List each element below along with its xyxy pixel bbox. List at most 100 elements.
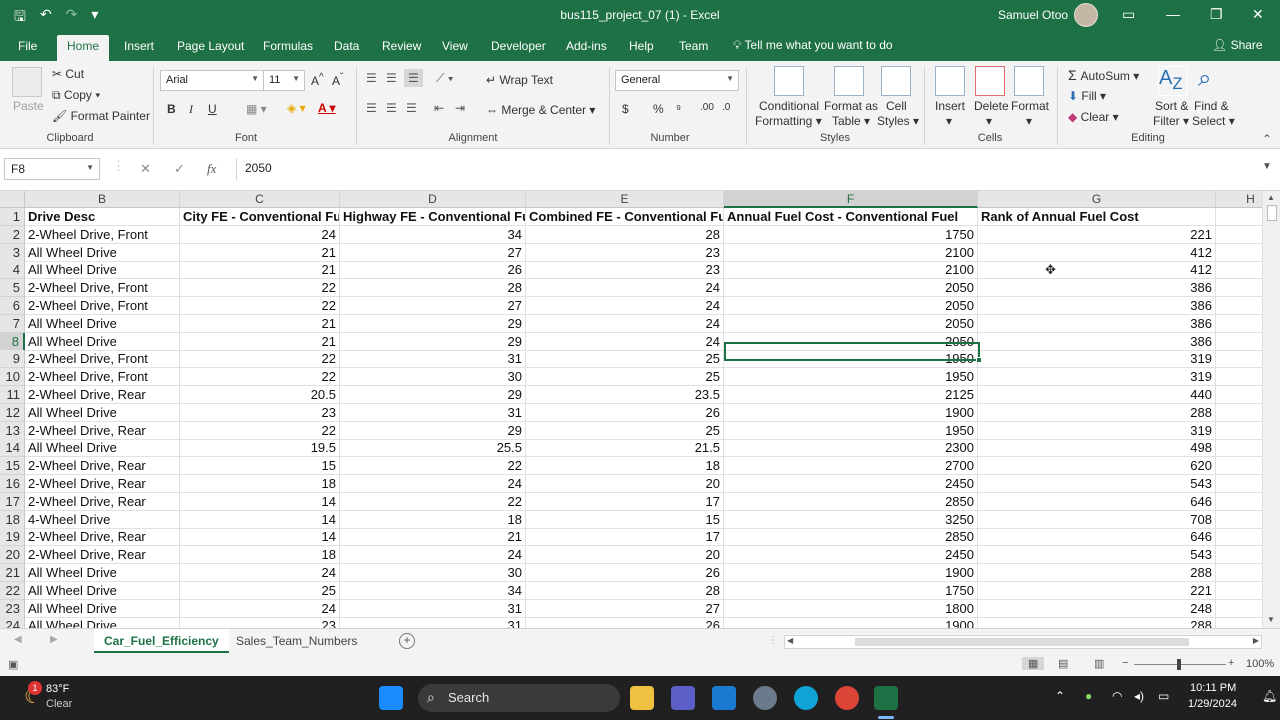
cell-f6[interactable]: 2050	[724, 297, 978, 315]
tell-me-search[interactable]: 💡︎ Tell me what you want to do	[733, 38, 893, 53]
enter-icon[interactable]: ✓	[174, 161, 185, 177]
cell-g12[interactable]: 288	[978, 403, 1216, 422]
cell-g21[interactable]: 288	[978, 564, 1216, 582]
cell-d13[interactable]: 29	[340, 421, 526, 440]
tab-page-layout[interactable]: Page Layout	[177, 39, 244, 53]
vertical-scrollbar[interactable]: ▲ ▼	[1262, 191, 1280, 628]
underline-button[interactable]: U	[208, 102, 217, 116]
cell-d4[interactable]: 26	[340, 261, 526, 280]
tray-overflow-icon[interactable]: ⌃	[1055, 689, 1065, 703]
cell-h24[interactable]	[1216, 617, 1262, 628]
cell-c4[interactable]: 21	[180, 261, 340, 280]
fill-button[interactable]: ⬇ Fill ▾	[1068, 89, 1106, 103]
settings-icon[interactable]	[753, 686, 777, 710]
cell-g19[interactable]: 646	[978, 528, 1216, 547]
cell-c6[interactable]: 22	[180, 297, 340, 315]
expand-formula-bar-icon[interactable]: ▼	[1262, 161, 1272, 172]
cell-h11[interactable]	[1216, 386, 1262, 404]
cell-d11[interactable]: 29	[340, 386, 526, 404]
tab-view[interactable]: View	[442, 39, 468, 53]
cell-d15[interactable]: 22	[340, 457, 526, 476]
cell-f15[interactable]: 2700	[724, 457, 978, 476]
cell-g18[interactable]: 708	[978, 510, 1216, 529]
format-chevron-icon[interactable]: ▾	[1026, 114, 1032, 128]
user-name[interactable]: Samuel Otoo	[998, 8, 1068, 22]
cell-b24[interactable]: All Wheel Drive	[25, 617, 180, 628]
decrease-decimal-icon[interactable]: .0	[722, 102, 730, 113]
normal-view-icon[interactable]: ▦	[1022, 657, 1045, 670]
cell-styles-button[interactable]: Cell	[886, 99, 907, 113]
formula-input[interactable]: 2050	[236, 158, 1272, 180]
cell-d3[interactable]: 27	[340, 243, 526, 262]
cell-d7[interactable]: 29	[340, 314, 526, 333]
tab-help[interactable]: Help	[629, 39, 654, 53]
cell-e7[interactable]: 24	[526, 314, 724, 333]
cell-b23[interactable]: All Wheel Drive	[25, 599, 180, 618]
cell-c23[interactable]: 24	[180, 599, 340, 618]
borders-icon[interactable]: ▦ ▾	[246, 102, 267, 116]
windows-start-icon[interactable]	[379, 686, 403, 710]
row-header-10[interactable]: 10	[0, 368, 25, 387]
cell-f7[interactable]: 2050	[724, 314, 978, 333]
header-cell-d[interactable]: Highway FE - Conventional Fuel	[340, 208, 526, 226]
delete-chevron-icon[interactable]: ▾	[986, 114, 992, 128]
horizontal-scroll-thumb[interactable]	[855, 638, 1189, 646]
tab-file[interactable]: File	[18, 39, 37, 53]
cell-h23[interactable]	[1216, 600, 1262, 618]
increase-decimal-icon[interactable]: .00	[700, 102, 714, 113]
cell-f24[interactable]: 1900	[724, 617, 978, 628]
file-explorer-icon[interactable]	[630, 686, 654, 710]
cell-h7[interactable]	[1216, 315, 1262, 333]
cell-b20[interactable]: 2-Wheel Drive, Rear	[25, 546, 180, 565]
cell-h5[interactable]	[1216, 279, 1262, 298]
taskbar-search[interactable]: ⌕ Search	[418, 684, 620, 712]
row-header-6[interactable]: 6	[0, 297, 25, 315]
cell-h19[interactable]	[1216, 528, 1262, 547]
name-box[interactable]: F8 ▼	[4, 158, 100, 180]
cell-b6[interactable]: 2-Wheel Drive, Front	[25, 297, 180, 315]
cell-c3[interactable]: 21	[180, 243, 340, 262]
cell-d9[interactable]: 31	[340, 350, 526, 369]
cell-f9[interactable]: 1950	[724, 350, 978, 369]
cell-d12[interactable]: 31	[340, 403, 526, 422]
row-header-3[interactable]: 3	[0, 243, 25, 262]
horizontal-scrollbar[interactable]: ◀ ▶	[784, 635, 1262, 649]
tab-formulas[interactable]: Formulas	[263, 39, 313, 53]
cell-d5[interactable]: 28	[340, 279, 526, 298]
row-header-12[interactable]: 12	[0, 403, 25, 422]
align-center-icon[interactable]: ☰	[386, 101, 397, 115]
cell-c10[interactable]: 22	[180, 368, 340, 387]
font-color-icon[interactable]: A ▾	[318, 101, 336, 115]
restore-icon[interactable]: ❐	[1210, 6, 1223, 23]
insert-function-icon[interactable]: fx	[207, 161, 216, 177]
cell-d2[interactable]: 34	[340, 225, 526, 244]
row-header-24[interactable]: 24	[0, 617, 25, 628]
row-header-2[interactable]: 2	[0, 225, 25, 244]
cell-g10[interactable]: 319	[978, 368, 1216, 387]
cell-f5[interactable]: 2050	[724, 279, 978, 298]
close-icon[interactable]: ✕	[1252, 6, 1264, 23]
cell-b11[interactable]: 2-Wheel Drive, Rear	[25, 386, 180, 404]
cut-button[interactable]: ✂ Cut	[52, 67, 84, 81]
find-select-label-2[interactable]: Select ▾	[1192, 114, 1235, 128]
cell-h20[interactable]	[1216, 546, 1262, 565]
cell-f13[interactable]: 1950	[724, 421, 978, 440]
edge-icon[interactable]	[794, 686, 818, 710]
cell-h6[interactable]	[1216, 297, 1262, 315]
cell-e19[interactable]: 17	[526, 528, 724, 547]
avatar[interactable]	[1074, 3, 1098, 27]
cell-b14[interactable]: All Wheel Drive	[25, 439, 180, 458]
worksheet-grid[interactable]: B C D E F G H 1 Drive Desc City FE - Conve…	[0, 191, 1262, 628]
cell-c2[interactable]: 24	[180, 225, 340, 244]
cell-styles-label-2[interactable]: Styles ▾	[877, 114, 919, 128]
cell-c21[interactable]: 24	[180, 564, 340, 582]
cell-c16[interactable]: 18	[180, 475, 340, 493]
insert-chevron-icon[interactable]: ▾	[946, 114, 952, 128]
cell-b5[interactable]: 2-Wheel Drive, Front	[25, 279, 180, 298]
cell-g6[interactable]: 386	[978, 297, 1216, 315]
cell-h14[interactable]	[1216, 439, 1262, 458]
currency-button[interactable]: $	[622, 102, 629, 116]
row-header-21[interactable]: 21	[0, 564, 25, 582]
align-bottom-icon[interactable]: ☰	[404, 69, 423, 87]
cell-g20[interactable]: 543	[978, 546, 1216, 565]
